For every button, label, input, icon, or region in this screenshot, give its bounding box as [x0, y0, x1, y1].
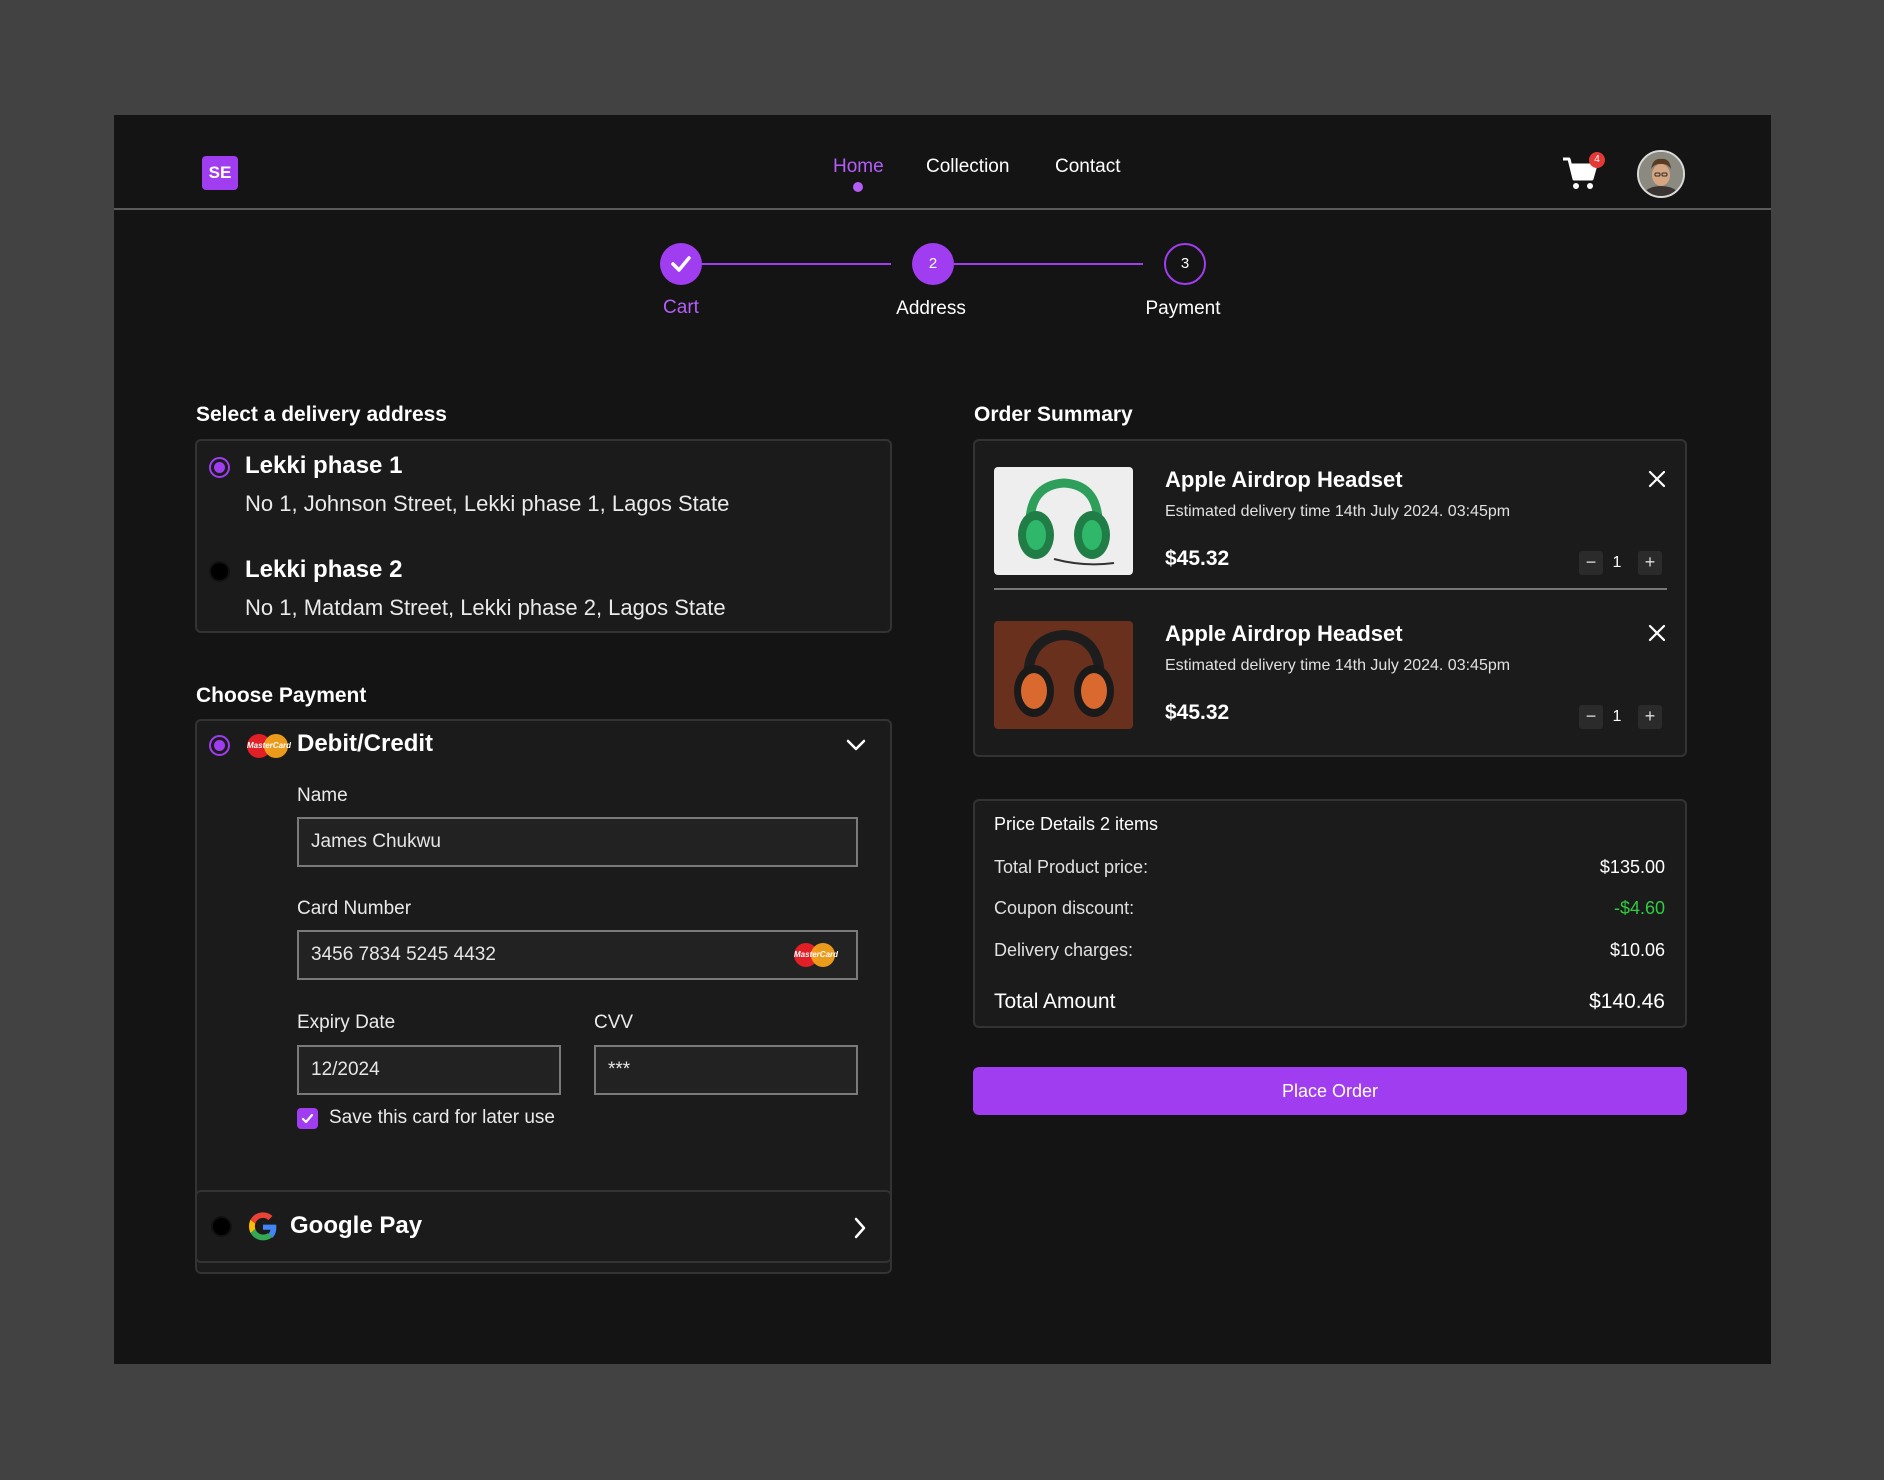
item-1-delivery: Estimated delivery time 14th July 2024. …: [1165, 503, 1511, 520]
delivery-charges-label: Delivery charges:: [994, 940, 1134, 960]
price-details-panel: Price Details 2 items Total Product pric…: [973, 799, 1687, 1028]
card-number-mastercard-icon: MasterCard: [794, 942, 839, 968]
address-radio-1[interactable]: [209, 457, 230, 478]
address-1-line: No 1, Johnson Street, Lekki phase 1, Lag…: [245, 491, 730, 516]
total-amount-label: Total Amount: [994, 990, 1116, 1013]
save-card-checkbox[interactable]: [297, 1108, 318, 1129]
step-payment-circle[interactable]: 3: [1164, 243, 1206, 285]
avatar-portrait: [1639, 152, 1683, 196]
nav-collection[interactable]: Collection: [926, 156, 1009, 178]
nav-contact[interactable]: Contact: [1055, 156, 1120, 178]
nav-home[interactable]: Home: [833, 156, 884, 178]
checkout-app: SE Home Collection Contact 4 2 3 Cart Ad…: [114, 115, 1771, 1364]
item-2-decrease-button[interactable]: −: [1579, 705, 1603, 729]
card-method-label: Debit/Credit: [297, 730, 434, 757]
name-input[interactable]: James Chukwu: [297, 817, 858, 867]
address-1-name: Lekki phase 1: [245, 452, 403, 479]
item-2-delivery: Estimated delivery time 14th July 2024. …: [1165, 657, 1511, 674]
save-card-label: Save this card for later use: [329, 1107, 555, 1128]
brand-logo[interactable]: SE: [202, 156, 238, 190]
order-summary-title: Order Summary: [974, 403, 1133, 426]
stepper-line-1: [681, 263, 891, 265]
active-nav-indicator: [853, 182, 863, 192]
address-panel: Lekki phase 1 No 1, Johnson Street, Lekk…: [195, 439, 892, 633]
card-number-input[interactable]: 3456 7834 5245 4432: [297, 930, 858, 980]
name-label: Name: [297, 785, 348, 806]
delivery-address-title: Select a delivery address: [196, 403, 447, 426]
item-2-increase-button[interactable]: +: [1638, 705, 1662, 729]
orange-headphones-image: [994, 621, 1133, 729]
total-product-value: $135.00: [1599, 857, 1665, 877]
remove-item-2-icon[interactable]: [1647, 623, 1667, 643]
cvv-label: CVV: [594, 1012, 634, 1033]
step-address-label: Address: [896, 298, 966, 319]
chevron-right-icon[interactable]: [852, 1216, 868, 1240]
item-2-title: Apple Airdrop Headset: [1165, 621, 1403, 646]
coupon-value: -$4.60: [1613, 898, 1665, 918]
item-1-price: $45.32: [1165, 547, 1230, 570]
expiry-label: Expiry Date: [297, 1012, 396, 1033]
check-icon: [671, 256, 691, 272]
mastercard-logo-text: MasterCard: [247, 741, 292, 750]
item-2-price: $45.32: [1165, 701, 1230, 724]
order-summary-panel: Apple Airdrop Headset Estimated delivery…: [973, 439, 1687, 757]
chevron-down-icon[interactable]: [845, 737, 867, 753]
google-pay-label: Google Pay: [290, 1212, 423, 1239]
product-image-2: [994, 621, 1133, 729]
total-product-label: Total Product price:: [994, 857, 1149, 877]
item-divider: [994, 588, 1667, 590]
item-1-quantity: 1: [1612, 554, 1622, 571]
address-2-name: Lekki phase 2: [245, 556, 403, 583]
step-payment-label: Payment: [1145, 298, 1221, 319]
step-cart-label: Cart: [663, 297, 699, 318]
expiry-input[interactable]: 12/2024: [297, 1045, 561, 1095]
item-2-quantity: 1: [1612, 708, 1622, 725]
card-payment-radio[interactable]: [209, 735, 230, 756]
google-pay-panel[interactable]: Google Pay: [195, 1190, 892, 1263]
user-avatar[interactable]: [1637, 150, 1685, 198]
google-icon: [249, 1212, 277, 1241]
coupon-label: Coupon discount:: [994, 898, 1135, 918]
google-pay-radio[interactable]: [211, 1216, 232, 1237]
item-1-decrease-button[interactable]: −: [1579, 551, 1603, 575]
step-address-circle[interactable]: 2: [912, 243, 954, 285]
card-number-logo-text: MasterCard: [794, 950, 839, 959]
top-navbar: SE Home Collection Contact 4: [114, 115, 1771, 210]
total-amount-value: $140.46: [1589, 990, 1665, 1013]
choose-payment-title: Choose Payment: [196, 684, 367, 707]
step-cart-circle[interactable]: [660, 243, 702, 285]
product-image-1: [994, 467, 1133, 575]
card-number-label: Card Number: [297, 898, 412, 919]
address-2-line: No 1, Matdam Street, Lekki phase 2, Lago…: [245, 595, 726, 620]
price-details-title: Price Details 2 items: [994, 814, 1159, 834]
card-number-value: 3456 7834 5245 4432: [311, 944, 496, 965]
place-order-button[interactable]: Place Order: [973, 1067, 1687, 1115]
item-1-title: Apple Airdrop Headset: [1165, 467, 1403, 492]
address-radio-2[interactable]: [209, 561, 230, 582]
checkbox-check-icon: [301, 1113, 314, 1124]
cart-count-badge: 4: [1589, 152, 1605, 168]
green-headphones-image: [994, 467, 1133, 575]
item-1-increase-button[interactable]: +: [1638, 551, 1662, 575]
delivery-charges-value: $10.06: [1609, 940, 1665, 960]
remove-item-1-icon[interactable]: [1647, 469, 1667, 489]
cvv-input[interactable]: ***: [594, 1045, 858, 1095]
stepper-line-2: [933, 263, 1143, 265]
mastercard-icon: MasterCard: [247, 733, 292, 759]
